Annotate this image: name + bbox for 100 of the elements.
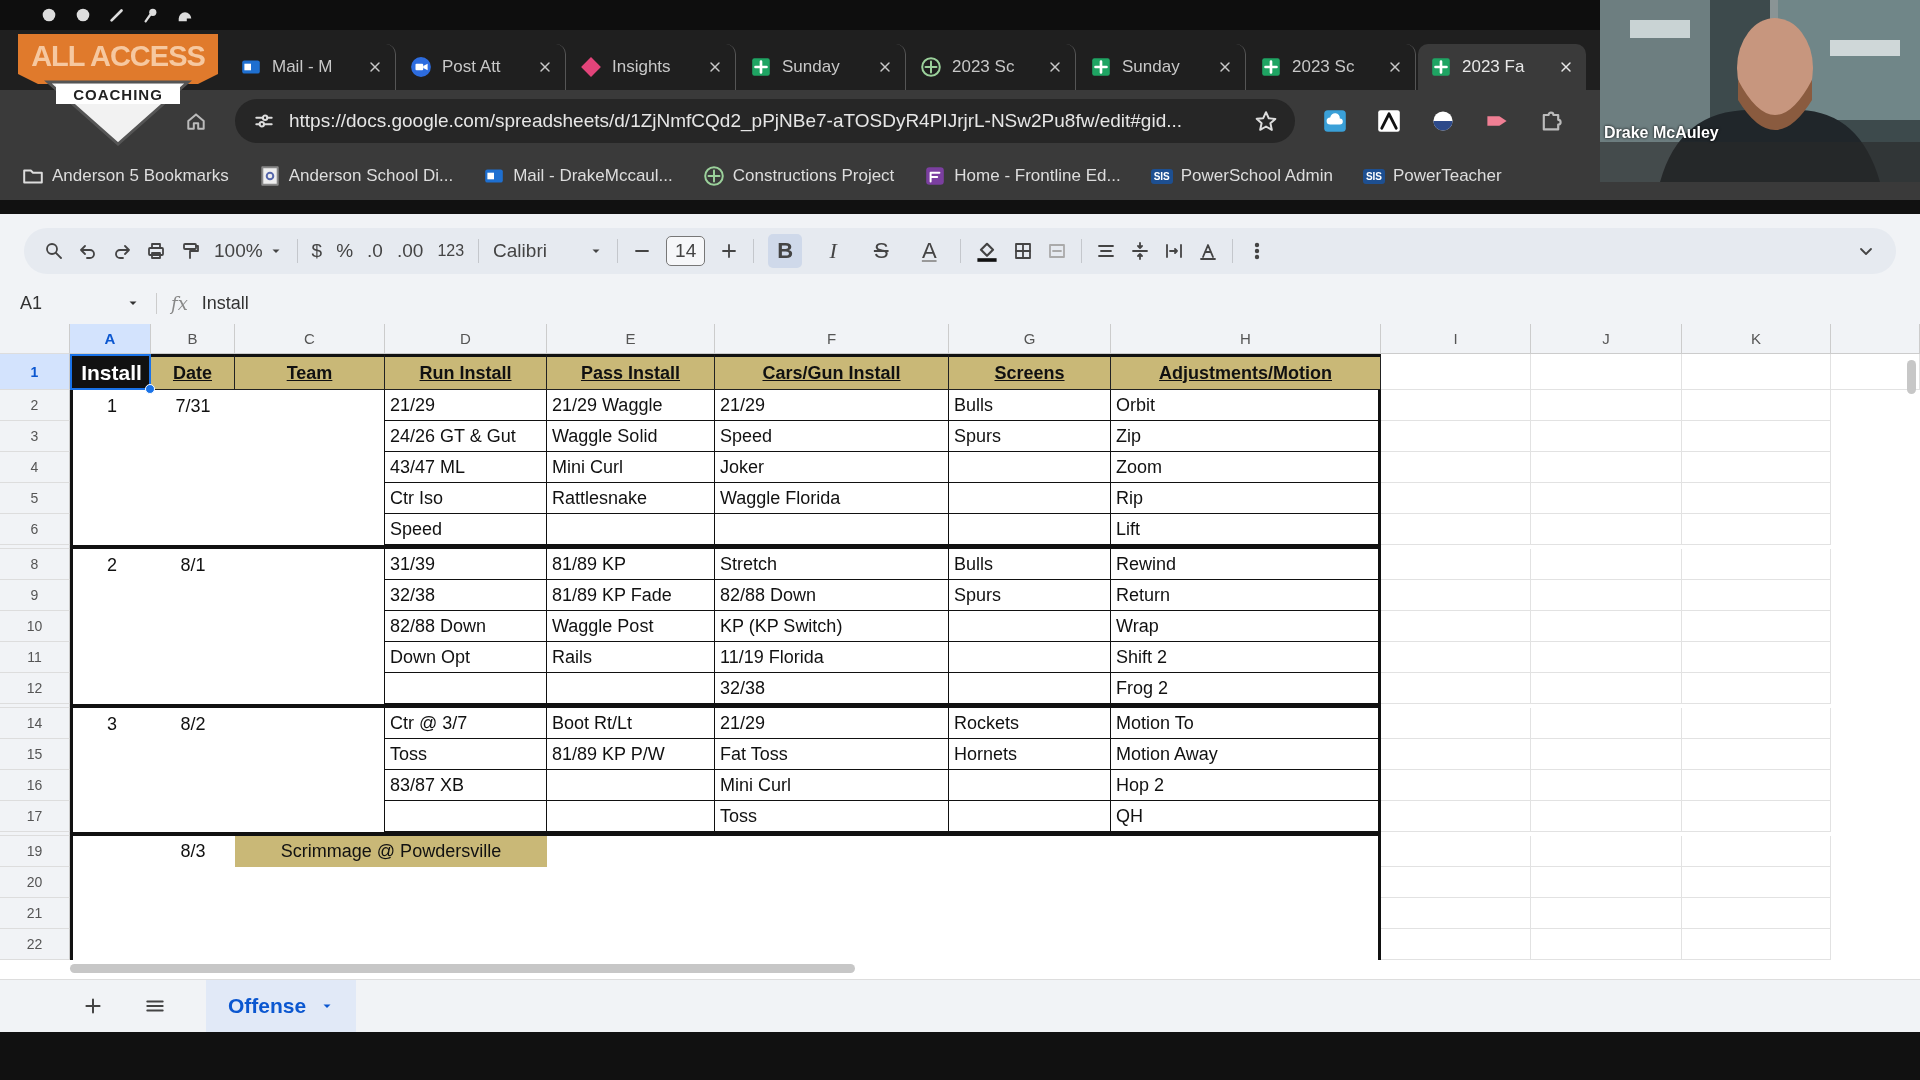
table-cell: Motion To	[1111, 708, 1381, 739]
text-rotate-icon[interactable]	[1198, 241, 1219, 261]
bookmark-link[interactable]: Anderson 5 Bookmarks	[52, 166, 229, 186]
text-color-button[interactable]: A	[912, 234, 947, 268]
table-cell: Mini Curl	[715, 770, 949, 801]
table-cell: Zip	[1111, 421, 1381, 452]
table-cell: Ctr @ 3/7	[385, 708, 547, 739]
row-number[interactable]: 11	[0, 642, 70, 673]
bookmark-link[interactable]: Constructions Project	[732, 166, 895, 186]
table-cell: 43/47 ML	[385, 452, 547, 483]
bookmark-link[interactable]: PowerTeacher	[1393, 166, 1502, 186]
row-number[interactable]: 22	[0, 929, 70, 960]
address-bar[interactable]: https://docs.google.com/spreadsheets/d/1ZjNmfCQd2_pPjNBe7-aTOSDyR4PIJrjrL-NSw2Pu8fw/edit#gid...	[235, 99, 1295, 143]
text-wrap-icon[interactable]	[1164, 241, 1185, 261]
logo-text: ALL ACCESS	[30, 39, 206, 74]
bold-button[interactable]: B	[768, 234, 803, 268]
print-icon[interactable]	[146, 241, 166, 261]
close-icon[interactable]	[707, 59, 723, 75]
close-icon[interactable]	[367, 59, 383, 75]
spreadsheet-icon	[1260, 56, 1282, 78]
table-cell: Waggle Post	[547, 611, 715, 642]
half-circle-icon[interactable]	[1431, 109, 1455, 133]
header-cell: Run Install	[385, 354, 547, 390]
bookmark-link[interactable]: Mail - DrakeMccaul...	[513, 166, 673, 186]
row-number[interactable]: 6	[0, 514, 70, 545]
font-dropdown[interactable]: Calibri	[493, 240, 604, 262]
participant-name: Drake McAuley	[1604, 124, 1719, 142]
table-cell: Mini Curl	[547, 452, 715, 483]
row-number[interactable]: 9	[0, 580, 70, 611]
browser-tab[interactable]: 2023 Fa	[1418, 44, 1586, 90]
number-format-button[interactable]: 123	[437, 242, 465, 260]
row-number[interactable]: 12	[0, 673, 70, 704]
scrollbar-thumb[interactable]	[70, 963, 855, 973]
bat-icon	[108, 6, 126, 24]
formula-text[interactable]: Install	[201, 292, 249, 314]
close-icon[interactable]	[1047, 59, 1063, 75]
bookmark-link[interactable]: Home - Frontline Ed...	[954, 166, 1121, 186]
increase-decimal-button[interactable]: .00	[396, 240, 424, 262]
url-text: https://docs.google.com/spreadsheets/d/1ZjNmfCQd2_pPjNBe7-aTOSDyR4PIJrjrL-NSw2Pu8fw/edit#gid...	[289, 110, 1184, 132]
currency-button[interactable]: $	[311, 240, 323, 262]
sheet-tab[interactable]: Offense	[206, 980, 357, 1032]
scrollbar-thumb[interactable]	[1907, 360, 1916, 394]
font-size-field[interactable]: 14	[666, 236, 706, 266]
bookmark-link[interactable]: PowerSchool Admin	[1180, 166, 1333, 186]
row-number[interactable]: 1	[0, 354, 70, 390]
column-header[interactable]: I	[1381, 324, 1531, 354]
globe-icon	[702, 165, 725, 187]
strikethrough-button[interactable]: S	[864, 234, 899, 268]
table-cell: 21/29 Waggle	[547, 390, 715, 421]
vertical-align-icon[interactable]	[1130, 241, 1151, 261]
spreadsheet-icon	[750, 56, 772, 78]
table-cell: 81/89 KP	[547, 549, 715, 580]
close-icon[interactable]	[877, 59, 893, 75]
row-number[interactable]: 14	[0, 708, 70, 739]
close-icon[interactable]	[1387, 59, 1403, 75]
column-header[interactable]: K	[1682, 324, 1831, 354]
row-number[interactable]: 15	[0, 739, 70, 770]
row-number[interactable]: 8	[0, 549, 70, 580]
close-icon[interactable]	[1558, 59, 1574, 75]
row-number[interactable]: 19	[0, 836, 70, 867]
star-icon[interactable]	[1255, 110, 1277, 132]
row-number[interactable]: 21	[0, 898, 70, 929]
name-box[interactable]: A1	[20, 292, 43, 314]
column-header[interactable]: J	[1531, 324, 1682, 354]
search-icon[interactable]	[44, 241, 64, 261]
bookmark-link[interactable]: Anderson School Di...	[288, 166, 454, 186]
ball-icon	[40, 6, 58, 24]
corner-cell[interactable]	[0, 324, 70, 354]
table-cell: Rip	[1111, 483, 1381, 514]
spreadsheet-icon	[1430, 56, 1452, 78]
table-cell: Joker	[715, 452, 949, 483]
italic-button[interactable]: I	[816, 234, 851, 268]
function-label: fx	[171, 292, 188, 314]
table-cell: 21/29	[715, 390, 949, 421]
row-number[interactable]: 3	[0, 421, 70, 452]
decrease-decimal-button[interactable]: .0	[367, 240, 383, 262]
peak-icon[interactable]	[1377, 109, 1401, 133]
close-icon[interactable]	[537, 59, 553, 75]
borders-icon[interactable]	[1013, 241, 1034, 261]
row-number[interactable]: 2	[0, 390, 70, 421]
row-number[interactable]: 10	[0, 611, 70, 642]
percent-button[interactable]: %	[336, 240, 354, 262]
paint-format-icon[interactable]	[180, 241, 200, 261]
zoom-dropdown[interactable]: 100%	[214, 240, 283, 262]
column-header[interactable]: A	[70, 324, 151, 354]
table-cell: 82/88 Down	[385, 611, 547, 642]
table-cell: 81/89 KP P/W	[547, 739, 715, 770]
merge-cells-icon[interactable]	[1047, 241, 1068, 261]
row-number[interactable]: 16	[0, 770, 70, 801]
table-cell: 31/39	[385, 549, 547, 580]
row-number[interactable]: 20	[0, 867, 70, 898]
row-number[interactable]: 17	[0, 801, 70, 832]
cloud-icon[interactable]	[1323, 109, 1347, 133]
table-cell: Rails	[547, 642, 715, 673]
row-number[interactable]: 4	[0, 452, 70, 483]
table-cell: Ctr Iso	[385, 483, 547, 514]
table-cell: 83/87 XB	[385, 770, 547, 801]
close-icon[interactable]	[1217, 59, 1233, 75]
table-cell: Orbit	[1111, 390, 1381, 421]
row-number[interactable]: 5	[0, 483, 70, 514]
